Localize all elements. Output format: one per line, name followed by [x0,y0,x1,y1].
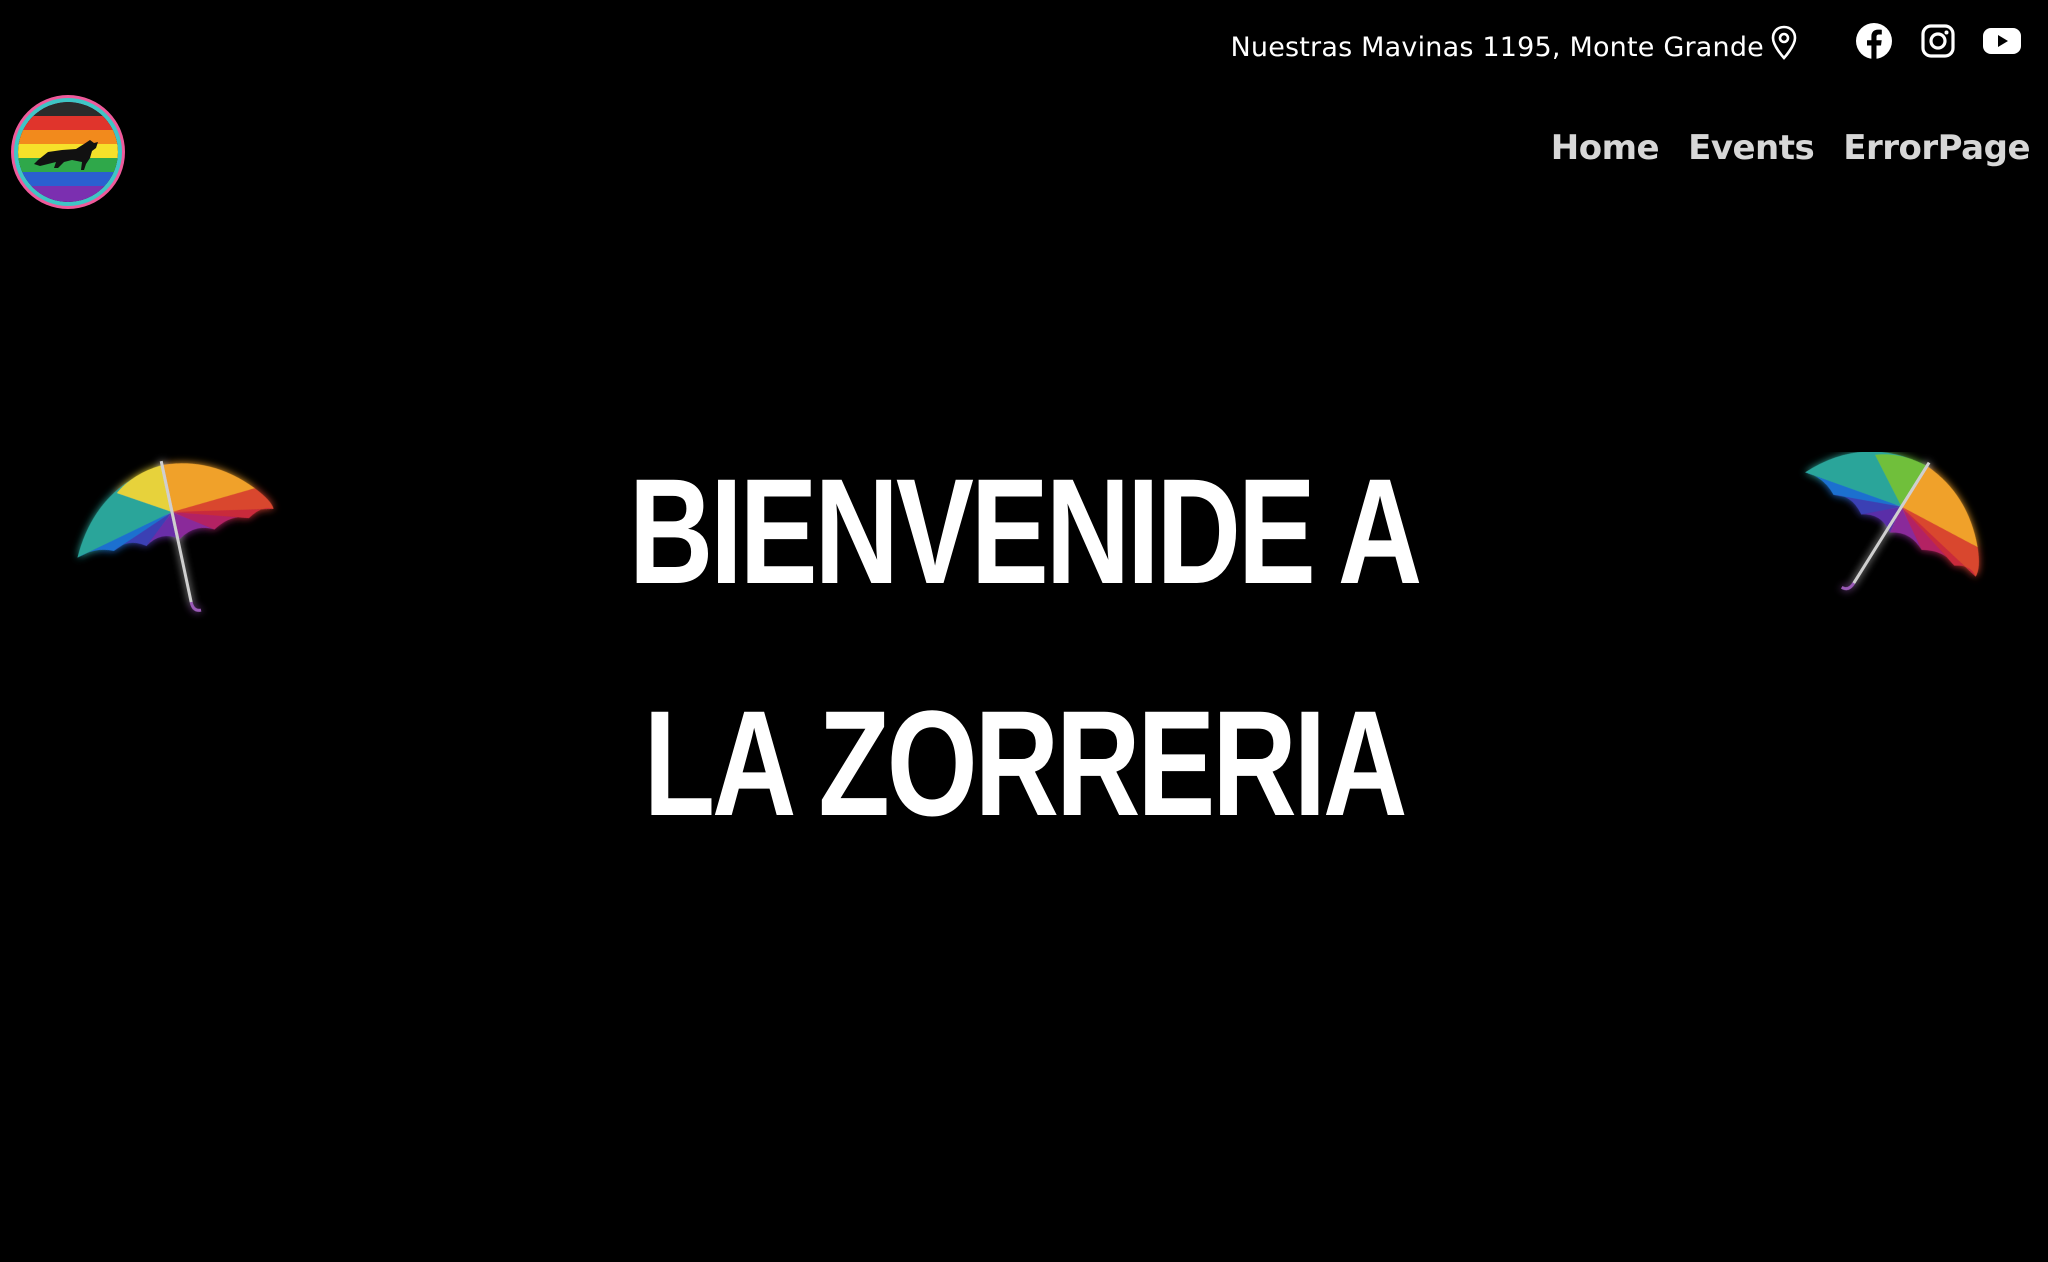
facebook-icon[interactable] [1854,21,1894,61]
nav-errorpage[interactable]: ErrorPage [1843,128,2030,168]
hero-title: BIENVENIDE A LA ZORRERIA [0,415,2048,879]
location-pin-icon [1768,23,1800,63]
nav-home[interactable]: Home [1551,128,1660,168]
top-bar: Nuestras Mavinas 1195, Monte Grande [1230,18,2022,76]
address-text: Nuestras Mavinas 1195, Monte Grande [1230,31,1764,63]
instagram-icon[interactable] [1918,21,1958,61]
page: Nuestras Mavinas 1195, Monte Grande Home… [0,0,2048,1262]
hero-line-1: BIENVENIDE A [628,447,1422,615]
hero-line-2: LA ZORRERIA [643,679,1408,847]
fox-rainbow-logo-icon [18,102,118,202]
site-logo[interactable] [18,102,118,202]
youtube-icon[interactable] [1982,21,2022,61]
main-nav: Home Events ErrorPage [1551,128,2031,168]
nav-events[interactable]: Events [1688,128,1815,168]
